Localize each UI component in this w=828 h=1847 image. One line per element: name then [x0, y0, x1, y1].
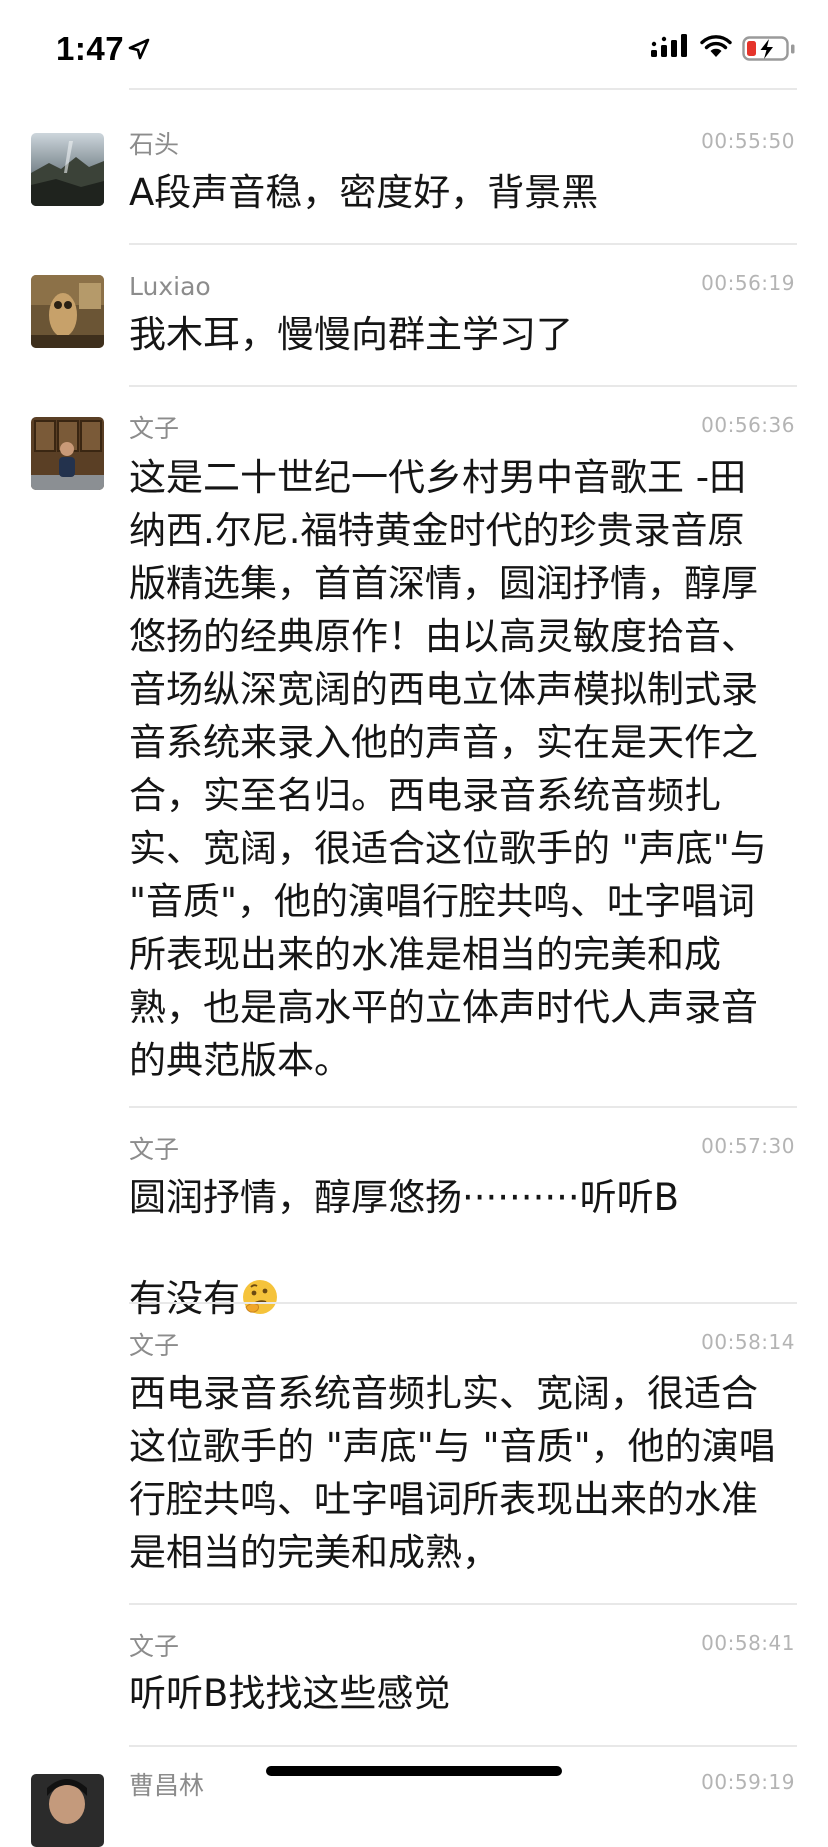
sender-name: 文子: [129, 1331, 180, 1360]
avatar[interactable]: [31, 1774, 104, 1847]
message-time: 00:59:19: [701, 1770, 795, 1794]
message-text: 西电录音系统音频扎实、宽阔，很适合 这位歌手的 "声底"与 "音质"，他的演唱 …: [129, 1372, 776, 1574]
thinking-face-emoji-icon: [240, 1224, 280, 1314]
message-time: 00:56:19: [701, 271, 795, 295]
message-text: 这是二十世纪一代乡村男中音歌王 -田 纳西.尔尼.福特黄金时代的珍贵录音原 版精…: [129, 456, 767, 1082]
message-text: 听听B找找这些感觉: [129, 1672, 451, 1715]
divider: [129, 243, 797, 245]
divider: [129, 1106, 797, 1108]
message-text: 我木耳，慢慢向群主学习了: [129, 313, 573, 356]
sender-name: 文子: [129, 414, 180, 443]
avatar[interactable]: [31, 133, 104, 206]
sender-name: 石头: [129, 130, 180, 159]
status-time: 1:47: [56, 30, 125, 67]
avatar[interactable]: [31, 417, 104, 490]
message-time: 00:57:30: [701, 1134, 795, 1158]
status-bar: 1:47: [0, 0, 828, 100]
message-time: 00:58:41: [701, 1631, 795, 1655]
sender-name: Luxiao: [129, 272, 211, 301]
sender-name: 文子: [129, 1135, 180, 1164]
sender-name: 曹昌林: [129, 1771, 205, 1800]
cellular-signal-icon: [651, 34, 689, 62]
divider: [129, 1745, 797, 1747]
avatar[interactable]: [31, 275, 104, 348]
battery-charging-icon: [742, 36, 796, 66]
divider: [129, 1302, 797, 1304]
message-time: 00:58:14: [701, 1330, 795, 1354]
sender-name: 文子: [129, 1632, 180, 1661]
message-time: 00:56:36: [701, 413, 795, 437]
message-time: 00:55:50: [701, 129, 795, 153]
message-text-content: 圆润抒情，醇厚悠扬··········听听B 有没有: [129, 1176, 679, 1320]
home-indicator[interactable]: [266, 1766, 562, 1776]
divider: [129, 1603, 797, 1605]
location-arrow-icon: [128, 38, 150, 64]
wifi-icon: [700, 35, 732, 63]
message-text: A段声音稳，密度好，背景黑: [129, 171, 599, 214]
divider: [129, 88, 797, 90]
divider: [129, 385, 797, 387]
